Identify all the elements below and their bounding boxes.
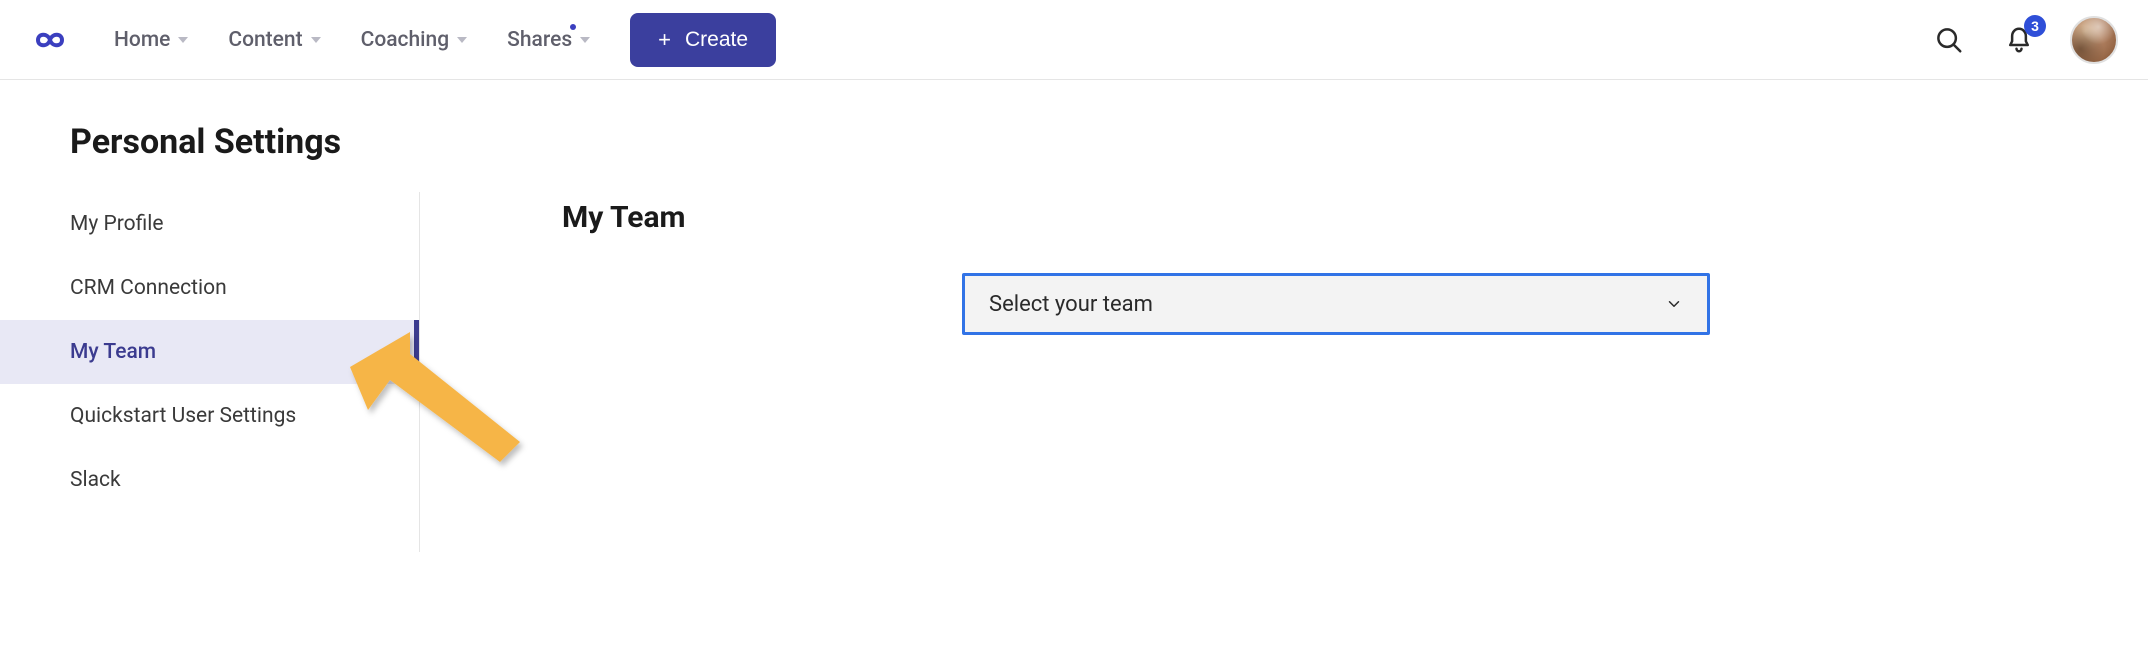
settings-sidebar: My Profile CRM Connection My Team Quicks… <box>0 192 420 552</box>
main-area: My Team Select your team <box>420 192 2148 335</box>
nav-shares-label: Shares <box>507 28 572 52</box>
notification-count-badge: 3 <box>2024 15 2046 37</box>
chevron-down-icon <box>178 37 188 43</box>
topbar-right: 3 <box>1930 16 2118 64</box>
nav-content[interactable]: Content <box>228 28 320 52</box>
sidebar-item-crm-connection[interactable]: CRM Connection <box>0 256 419 320</box>
sidebar-item-label: CRM Connection <box>70 276 227 300</box>
infinity-logo-icon <box>28 26 72 54</box>
team-select[interactable]: Select your team <box>962 273 1710 335</box>
sidebar-item-label: My Profile <box>70 212 164 236</box>
team-select-wrap: Select your team <box>962 273 1710 335</box>
content-row: My Profile CRM Connection My Team Quicks… <box>0 192 2148 552</box>
sidebar-item-label: Slack <box>70 468 121 492</box>
nav-coaching[interactable]: Coaching <box>361 28 468 52</box>
sidebar-item-my-profile[interactable]: My Profile <box>0 192 419 256</box>
plus-icon: + <box>658 29 671 51</box>
page-content: Personal Settings My Profile CRM Connect… <box>0 80 2148 552</box>
search-button[interactable] <box>1930 21 1968 59</box>
user-avatar[interactable] <box>2070 16 2118 64</box>
chevron-down-icon <box>1665 295 1683 313</box>
main-nav: Home Content Coaching Shares <box>114 28 590 52</box>
section-title: My Team <box>562 200 2148 235</box>
nav-coaching-label: Coaching <box>361 28 450 52</box>
notifications-button[interactable]: 3 <box>2000 21 2038 59</box>
notification-dot-icon <box>570 24 576 30</box>
search-icon <box>1934 25 1964 55</box>
nav-shares[interactable]: Shares <box>507 28 590 52</box>
nav-content-label: Content <box>228 28 302 52</box>
sidebar-item-label: Quickstart User Settings <box>70 404 296 428</box>
create-button-label: Create <box>685 28 748 52</box>
chevron-down-icon <box>457 37 467 43</box>
topbar: Home Content Coaching Shares + Create <box>0 0 2148 80</box>
team-select-placeholder: Select your team <box>989 292 1153 317</box>
page-title: Personal Settings <box>70 122 2148 162</box>
sidebar-item-slack[interactable]: Slack <box>0 448 419 512</box>
chevron-down-icon <box>580 37 590 43</box>
sidebar-item-my-team[interactable]: My Team <box>0 320 419 384</box>
sidebar-item-quickstart-user-settings[interactable]: Quickstart User Settings <box>0 384 419 448</box>
chevron-down-icon <box>311 37 321 43</box>
create-button[interactable]: + Create <box>630 13 776 67</box>
sidebar-item-label: My Team <box>70 340 156 364</box>
nav-home[interactable]: Home <box>114 28 188 52</box>
app-logo[interactable] <box>28 26 72 54</box>
nav-home-label: Home <box>114 28 170 52</box>
